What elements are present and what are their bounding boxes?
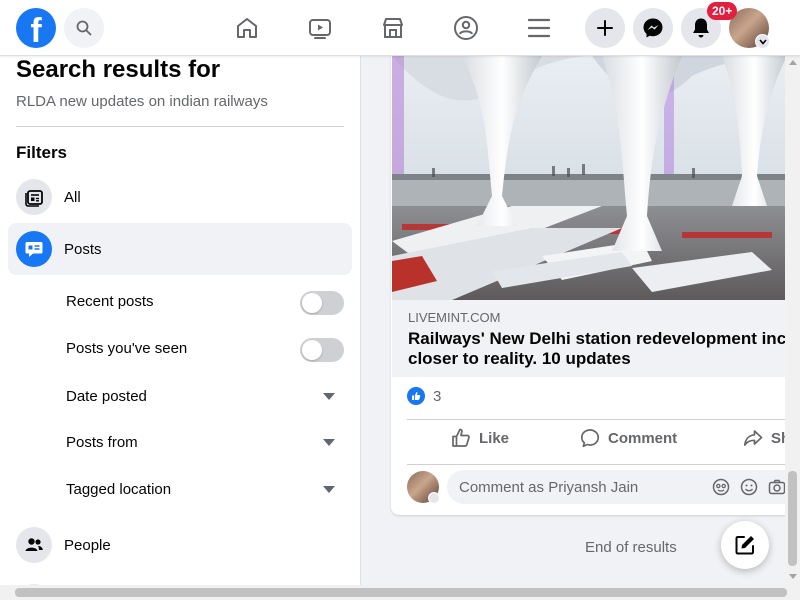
comment-input[interactable] — [459, 470, 709, 504]
date-posted-dropdown[interactable]: Date posted — [66, 388, 147, 405]
caret-down-icon[interactable] — [323, 486, 335, 493]
divider — [16, 126, 344, 127]
link-title-line-1: Railways' New Delhi station redevelopmen… — [408, 329, 787, 348]
recent-posts-label: Recent posts — [66, 293, 154, 310]
caret-down-icon[interactable] — [323, 439, 335, 446]
camera-icon[interactable] — [768, 478, 786, 496]
posts-icon-wrap — [16, 231, 52, 267]
new-message-button[interactable] — [721, 521, 769, 569]
reactions-summary[interactable]: 3 — [407, 387, 441, 405]
reaction-count: 3 — [433, 387, 442, 405]
watch-icon — [309, 19, 331, 39]
divider — [407, 464, 800, 465]
posts-seen-label: Posts you've seen — [66, 340, 188, 357]
search-filters-sidebar: Search results for RLDA new updates on i… — [0, 56, 361, 600]
groups-icon — [454, 16, 478, 40]
vertical-scroll-thumb[interactable] — [788, 471, 797, 566]
people-icon — [25, 538, 43, 551]
search-result-post: LIVEMINT.COM Railways' New Delhi station… — [391, 56, 800, 515]
nav-home[interactable] — [227, 8, 267, 48]
filter-all-label: All — [64, 188, 81, 206]
filter-people-label: People — [64, 536, 111, 554]
horizontal-scrollbar[interactable] — [0, 585, 800, 600]
nav-marketplace[interactable] — [373, 8, 413, 48]
people-icon-wrap — [16, 527, 52, 563]
comment-icon — [580, 429, 600, 448]
tagged-location-dropdown[interactable]: Tagged location — [66, 481, 171, 498]
notifications-badge: 20+ — [707, 2, 738, 20]
messenger-icon — [643, 18, 663, 38]
divider — [407, 419, 800, 420]
comment-button[interactable]: Comment — [580, 428, 677, 448]
nav-groups[interactable] — [446, 8, 486, 48]
end-of-results: End of results — [585, 539, 677, 556]
emoji-icon[interactable] — [740, 478, 758, 496]
logo-letter: f — [30, 12, 42, 48]
bell-icon — [693, 18, 709, 38]
posts-seen-toggle[interactable] — [300, 338, 344, 362]
compose-icon — [735, 536, 754, 555]
filters-heading: Filters — [16, 143, 68, 162]
feed-icon — [25, 190, 43, 207]
link-title[interactable]: Railways' New Delhi station redevelopmen… — [408, 329, 800, 369]
like-label: Like — [479, 429, 510, 447]
facebook-logo[interactable]: f — [16, 8, 56, 48]
filter-posts-label: Posts — [64, 240, 102, 258]
caret-down-icon[interactable] — [323, 393, 335, 400]
like-button[interactable]: Like — [451, 428, 509, 448]
filter-people[interactable]: People — [8, 519, 352, 571]
vertical-scrollbar[interactable] — [785, 56, 800, 585]
toggle-knob — [302, 293, 322, 313]
messenger-button[interactable] — [633, 8, 673, 48]
recent-posts-toggle[interactable] — [300, 291, 344, 315]
scroll-down-arrow[interactable] — [789, 574, 797, 579]
link-title-line-2: closer to reality. 10 updates — [408, 349, 631, 368]
create-button[interactable] — [585, 8, 625, 48]
search-query: RLDA new updates on indian railways — [16, 93, 268, 110]
search-icon — [76, 20, 92, 36]
plus-icon — [597, 20, 613, 36]
share-icon — [743, 430, 763, 446]
chevron-down-icon — [758, 38, 767, 45]
posts-from-dropdown[interactable]: Posts from — [66, 434, 138, 451]
nav-menu[interactable] — [519, 8, 559, 48]
page-title: Search results for — [16, 56, 221, 83]
home-icon — [237, 18, 257, 38]
comment-box[interactable] — [447, 470, 800, 504]
filter-all[interactable]: All — [8, 171, 352, 223]
thumbs-up-icon — [452, 428, 470, 447]
link-preview-image[interactable] — [392, 56, 800, 300]
horizontal-scroll-thumb[interactable] — [15, 588, 787, 597]
commenter-avatar-chevron[interactable] — [428, 492, 440, 504]
search-button[interactable] — [64, 8, 104, 48]
nav-watch[interactable] — [300, 8, 340, 48]
filter-posts[interactable]: Posts — [8, 223, 352, 275]
avatar-sticker-icon[interactable] — [712, 478, 730, 496]
all-icon-wrap — [16, 179, 52, 215]
like-reaction-icon — [407, 387, 425, 405]
link-preview-meta[interactable]: LIVEMINT.COM Railways' New Delhi station… — [392, 300, 800, 377]
toggle-knob — [302, 340, 322, 360]
posts-icon — [25, 242, 43, 257]
menu-icon — [528, 18, 550, 38]
top-navigation-bar: f 20+ — [0, 0, 800, 56]
link-domain: LIVEMINT.COM — [408, 310, 501, 325]
account-dropdown[interactable] — [755, 34, 770, 49]
share-button[interactable]: Sh — [743, 428, 790, 448]
comment-label: Comment — [608, 429, 678, 447]
scroll-up-arrow[interactable] — [789, 60, 797, 65]
railway-station-image — [392, 56, 800, 300]
marketplace-icon — [383, 18, 403, 38]
